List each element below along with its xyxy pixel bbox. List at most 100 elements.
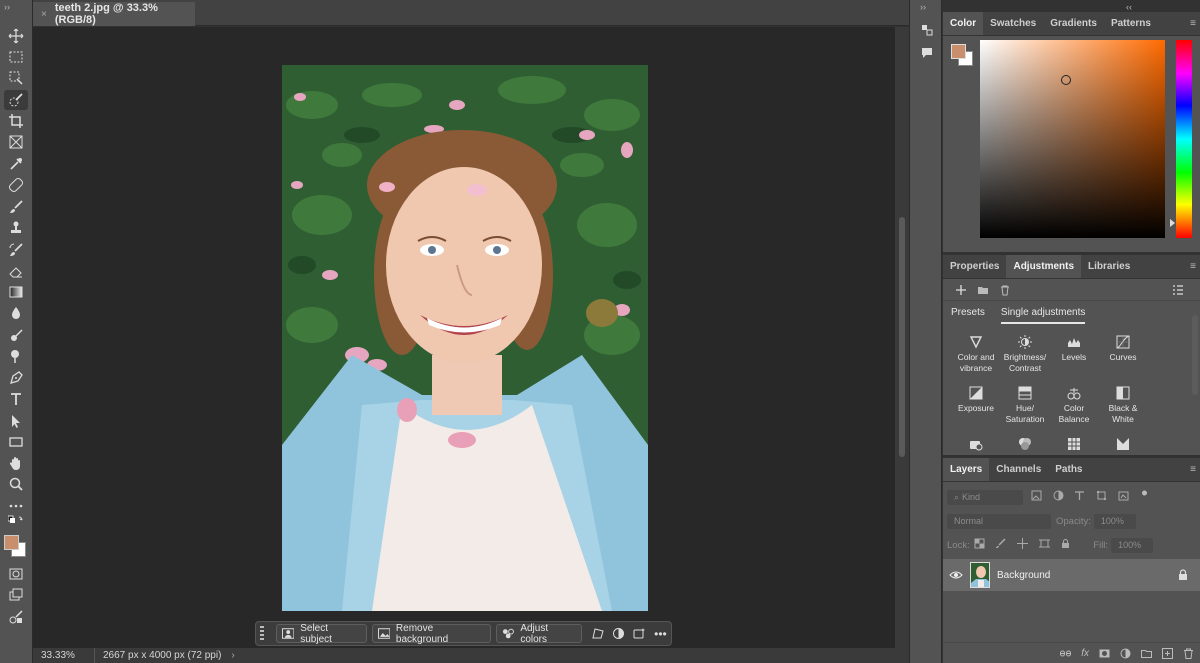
- subtab-presets[interactable]: Presets: [951, 307, 985, 324]
- comments-icon[interactable]: [916, 43, 938, 63]
- tab-patterns[interactable]: Patterns: [1104, 12, 1158, 35]
- drag-handle[interactable]: [260, 626, 264, 641]
- adjustment-invert[interactable]: [1098, 437, 1148, 451]
- opacity-input[interactable]: 100%: [1093, 513, 1136, 529]
- blend-mode-dropdown[interactable]: Normal: [947, 513, 1051, 529]
- adjustments-scrollbar[interactable]: [1192, 315, 1198, 395]
- lock-artboard-icon[interactable]: [1038, 538, 1050, 549]
- quick-selection-icon[interactable]: [4, 90, 28, 110]
- adjustment-hue-saturation[interactable]: Hue/ Saturation: [1000, 386, 1050, 425]
- select-subject-button[interactable]: Select subject: [275, 623, 367, 645]
- rectangular-marquee-icon[interactable]: [4, 47, 28, 67]
- tab-color[interactable]: Color: [943, 12, 984, 35]
- more-options-button[interactable]: •••: [650, 624, 671, 643]
- more-tools-icon[interactable]: [4, 496, 28, 516]
- path-selection-icon[interactable]: [4, 411, 28, 431]
- list-view-icon[interactable]: [1172, 284, 1184, 296]
- foreground-color-chip[interactable]: [951, 44, 966, 59]
- hand-icon[interactable]: [4, 453, 28, 473]
- new-adjustment-layer-icon[interactable]: [1120, 648, 1131, 659]
- swap-colors-icon[interactable]: [4, 515, 28, 529]
- quick-mask-icon[interactable]: [4, 564, 28, 584]
- lock-image-pixels-icon[interactable]: [995, 538, 1006, 549]
- shape-filter-icon[interactable]: [1096, 490, 1107, 501]
- crop-icon[interactable]: [4, 111, 28, 131]
- color-picker-cursor[interactable]: [1061, 75, 1071, 85]
- smart-object-filter-icon[interactable]: [1118, 490, 1129, 501]
- tab-adjustments[interactable]: Adjustments: [1006, 255, 1082, 278]
- mask-icon[interactable]: [608, 624, 629, 643]
- blur-icon[interactable]: [4, 303, 28, 323]
- eraser-icon[interactable]: [4, 261, 28, 281]
- brush-icon[interactable]: [4, 197, 28, 217]
- lock-position-icon[interactable]: [1017, 538, 1028, 549]
- hue-slider-arrow[interactable]: [1170, 219, 1175, 227]
- type-icon[interactable]: [4, 389, 28, 409]
- subtab-single-adjustments[interactable]: Single adjustments: [1000, 307, 1086, 324]
- adjust-colors-button[interactable]: Adjust colors: [495, 623, 582, 645]
- add-icon[interactable]: [955, 284, 967, 296]
- color-panel-menu-icon[interactable]: ≡: [1190, 18, 1196, 29]
- foreground-color-swatch[interactable]: [4, 535, 19, 550]
- trash-icon[interactable]: [999, 284, 1011, 296]
- adjustment-curves[interactable]: Curves: [1098, 335, 1148, 363]
- adjustment-photo-filter[interactable]: [951, 437, 1001, 451]
- rectangle-icon[interactable]: [4, 432, 28, 452]
- layer-kind-filter[interactable]: ⌕ Kind: [947, 489, 1023, 505]
- status-menu-chevron[interactable]: ›: [221, 650, 234, 661]
- tab-swatches[interactable]: Swatches: [983, 12, 1043, 35]
- new-layer-icon[interactable]: [1162, 647, 1173, 659]
- remove-background-button[interactable]: Remove background: [371, 623, 491, 645]
- collapse-dock-button[interactable]: ››: [920, 2, 926, 12]
- clone-stamp-icon[interactable]: [4, 218, 28, 238]
- history-brush-icon[interactable]: [4, 240, 28, 260]
- move-tool-icon[interactable]: [4, 26, 28, 46]
- zoom-icon[interactable]: [4, 474, 28, 494]
- adjustments-panel-menu-icon[interactable]: ≡: [1190, 261, 1196, 272]
- fill-input[interactable]: 100%: [1111, 537, 1154, 553]
- generative-fill-icon[interactable]: [629, 624, 650, 643]
- fx-icon[interactable]: fx: [1081, 648, 1089, 659]
- dodge-icon[interactable]: [4, 325, 28, 345]
- adjustment-exposure[interactable]: Exposure: [951, 386, 1001, 414]
- adjustment-channel-mixer[interactable]: [1000, 437, 1050, 451]
- adjustment-color-balance[interactable]: Color Balance: [1049, 386, 1099, 425]
- tab-paths[interactable]: Paths: [1048, 458, 1089, 481]
- tab-libraries[interactable]: Libraries: [1081, 255, 1137, 278]
- eye-icon[interactable]: [949, 570, 963, 580]
- vertical-scroll-thumb[interactable]: [899, 217, 905, 457]
- adjustment-filter-icon[interactable]: [1053, 490, 1064, 501]
- layer-row[interactable]: Background: [943, 559, 1200, 591]
- tab-properties[interactable]: Properties: [943, 255, 1006, 278]
- collapse-panels-button[interactable]: ‹‹: [1126, 2, 1132, 12]
- document-tab[interactable]: × teeth 2.jpg @ 33.3% (RGB/8): [33, 2, 195, 26]
- transform-icon[interactable]: [587, 624, 608, 643]
- vertical-scrollbar[interactable]: [895, 27, 909, 648]
- link-layers-icon[interactable]: [1060, 648, 1072, 659]
- document-image[interactable]: [282, 65, 648, 611]
- canvas-area[interactable]: [33, 27, 895, 648]
- folder-icon[interactable]: [977, 284, 989, 296]
- zoom-level[interactable]: 33.33%: [33, 648, 95, 663]
- saturation-brightness-field[interactable]: [980, 40, 1165, 238]
- healing-brush-icon[interactable]: [4, 175, 28, 195]
- tab-gradients[interactable]: Gradients: [1043, 12, 1104, 35]
- hue-slider[interactable]: [1176, 40, 1192, 238]
- edit-toolbar-icon[interactable]: [4, 607, 28, 627]
- delete-layer-icon[interactable]: [1183, 648, 1194, 659]
- adjustment-color-lookup[interactable]: [1049, 437, 1099, 451]
- history-icon[interactable]: [916, 20, 938, 40]
- add-mask-icon[interactable]: [1099, 648, 1110, 659]
- collapse-toolbar-button[interactable]: ››: [4, 2, 10, 12]
- tab-layers[interactable]: Layers: [943, 458, 990, 481]
- pen-icon[interactable]: [4, 368, 28, 388]
- adjustment-black-white[interactable]: Black & White: [1098, 386, 1148, 425]
- screen-mode-icon[interactable]: [4, 585, 28, 605]
- eyedropper-icon[interactable]: [4, 154, 28, 174]
- lock-all-icon[interactable]: [1060, 538, 1071, 549]
- gradient-icon[interactable]: [4, 282, 28, 302]
- layers-panel-menu-icon[interactable]: ≡: [1190, 464, 1196, 475]
- close-document-icon[interactable]: ×: [41, 9, 47, 20]
- tab-channels[interactable]: Channels: [989, 458, 1048, 481]
- pixel-filter-icon[interactable]: [1031, 490, 1042, 501]
